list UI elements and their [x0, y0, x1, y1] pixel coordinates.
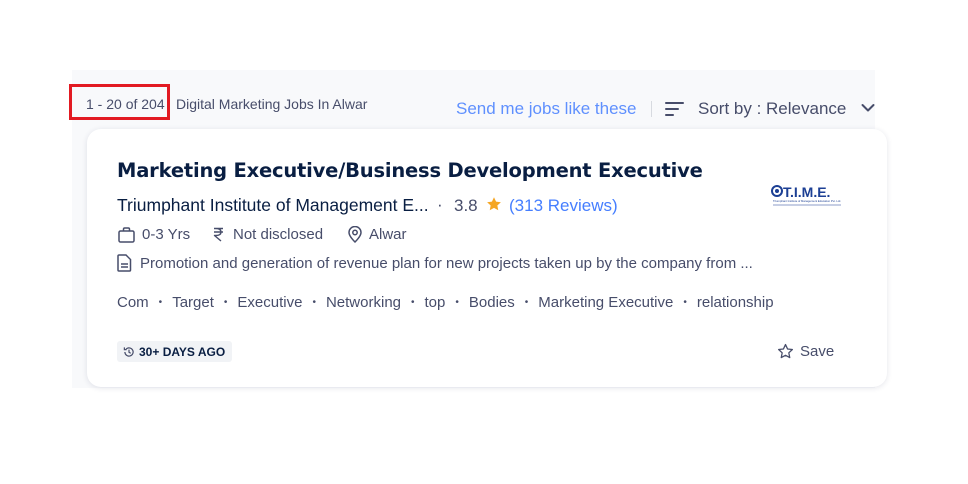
sort-lines-icon[interactable]	[665, 100, 685, 118]
separator-dot: ·	[437, 195, 443, 214]
save-label: Save	[800, 343, 835, 360]
history-icon	[123, 346, 134, 357]
salary: Not disclosed	[213, 226, 323, 243]
experience: 0-3 Yrs	[118, 226, 190, 243]
tag-item: Executive	[237, 294, 303, 311]
description-text: Promotion and generation of revenue plan…	[140, 254, 753, 272]
tag-item: top	[424, 294, 446, 311]
tag-item: Target	[172, 294, 214, 311]
send-jobs-link[interactable]: Send me jobs like these	[456, 99, 637, 119]
company-name[interactable]: Triumphant Institute of Management E...	[117, 195, 429, 216]
save-button[interactable]: Save	[777, 343, 834, 360]
divider	[651, 101, 652, 117]
logo-subtitle: Triumphant Institute of Management Educa…	[773, 199, 841, 203]
location-text: Alwar	[369, 226, 407, 243]
rupee-icon	[213, 227, 223, 242]
posted-text: 30+ DAYS AGO	[139, 344, 226, 359]
experience-text: 0-3 Yrs	[142, 226, 191, 243]
job-title[interactable]: Marketing Executive/Business Development…	[117, 159, 703, 182]
location-pin-icon	[348, 226, 362, 243]
tag-separator: •	[411, 297, 415, 308]
document-icon	[117, 254, 132, 272]
tag-list: Com • Target • Executive • Networking • …	[117, 294, 774, 311]
briefcase-icon	[118, 226, 135, 243]
job-description[interactable]: Promotion and generation of revenue plan…	[117, 254, 753, 272]
star-icon	[487, 197, 501, 211]
sort-dropdown[interactable]: Sort by : Relevance	[698, 99, 846, 119]
tag-separator: •	[158, 297, 163, 308]
salary-text: Not disclosed	[233, 226, 324, 243]
logo-text: T.I.M.E.	[783, 184, 830, 200]
company-logo[interactable]: T.I.M.E. Triumphant Institute of Managem…	[771, 183, 843, 211]
tag-separator: •	[455, 297, 459, 308]
tag-separator: •	[312, 297, 316, 308]
tag-separator: •	[223, 297, 228, 308]
reviews-link[interactable]: (313 Reviews)	[509, 196, 618, 216]
posted-badge: 30+ DAYS AGO	[117, 341, 233, 362]
tag-item: Bodies	[468, 294, 515, 311]
location: Alwar	[348, 226, 407, 243]
tag-item: Com	[117, 294, 149, 311]
rating-value: 3.8	[454, 196, 478, 215]
star-outline-icon[interactable]	[777, 343, 794, 360]
tag-separator: •	[524, 297, 529, 308]
tag-item: Networking	[325, 294, 401, 311]
chevron-down-icon[interactable]	[861, 103, 875, 113]
result-count: 1 - 20 of 204	[86, 96, 165, 112]
tag-separator: •	[683, 297, 687, 308]
result-label: Digital Marketing Jobs In Alwar	[176, 96, 368, 112]
tag-item: Marketing Executive	[538, 294, 674, 311]
tag-item: relationship	[696, 294, 774, 311]
